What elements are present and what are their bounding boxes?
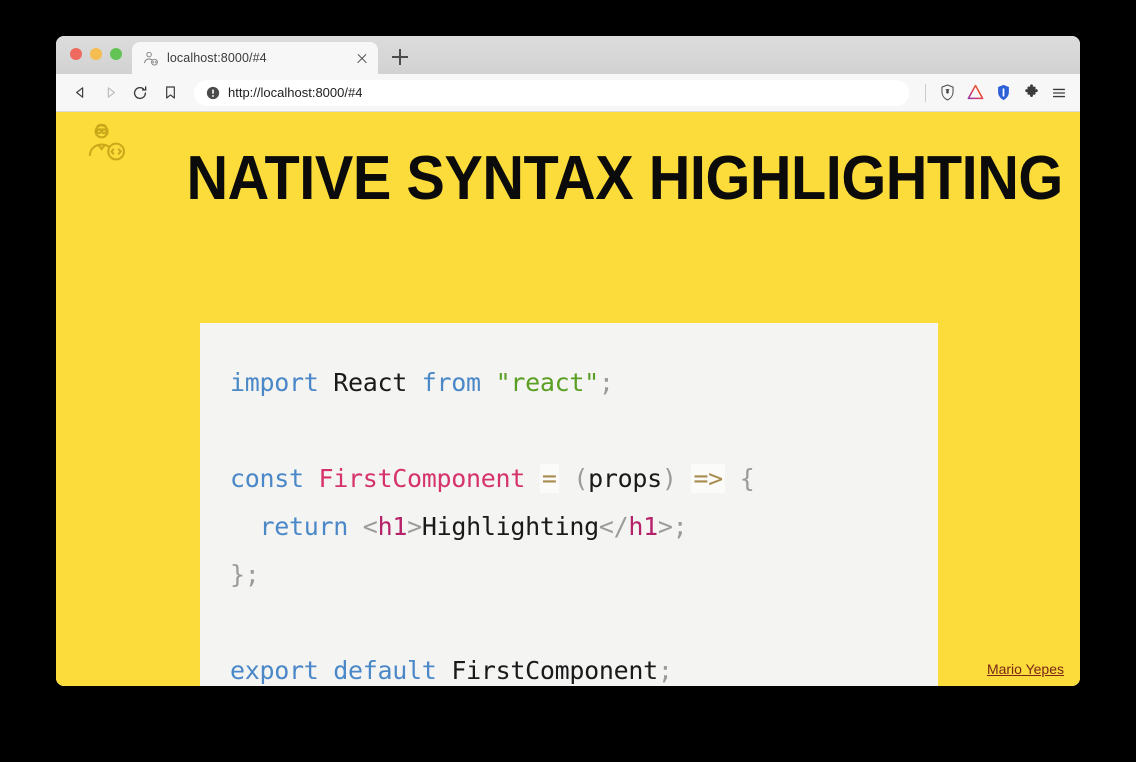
not-secure-info-icon[interactable] (206, 86, 220, 100)
page-content: NATIVE SYNTAX HIGHLIGHTING import React … (56, 112, 1080, 686)
code-token-plain: props (588, 464, 662, 493)
new-tab-button[interactable] (390, 47, 410, 67)
code-line: import React from "react"; (230, 368, 614, 397)
code-token-op: = (539, 464, 559, 493)
code-token-kw: return (259, 512, 349, 541)
browser-window: localhost:8000/#4 http://localhost:8000/… (56, 36, 1080, 686)
toolbar-divider (925, 83, 926, 102)
code-token-kw: default (333, 656, 437, 685)
developer-avatar-icon (142, 50, 159, 67)
code-token-fn: FirstComponent (318, 464, 526, 493)
back-button[interactable] (66, 79, 94, 107)
password-manager-icon[interactable] (990, 80, 1016, 106)
browser-tab[interactable]: localhost:8000/#4 (132, 42, 378, 74)
code-block: import React from "react"; const FirstCo… (230, 359, 908, 686)
code-token-punc: < (362, 512, 378, 541)
code-token-plain: FirstComponent (451, 656, 658, 685)
code-token-punc: ; (598, 368, 614, 397)
code-token-kw: const (230, 464, 304, 493)
code-token-kw: from (421, 368, 481, 397)
window-traffic-lights (70, 48, 122, 60)
code-token-punc: ; (657, 656, 673, 685)
browser-menu-icon[interactable] (1046, 80, 1072, 106)
close-icon[interactable] (354, 50, 370, 66)
code-token-punc: }; (230, 560, 260, 589)
code-line: export default FirstComponent; (230, 656, 673, 685)
code-token-tag: h1 (377, 512, 408, 541)
developer-avatar-logo (84, 120, 128, 164)
code-line: const FirstComponent = (props) => { (230, 464, 755, 493)
reload-button[interactable] (126, 79, 154, 107)
code-token-tag: h1 (628, 512, 658, 541)
code-token-kw: import (230, 368, 319, 397)
code-token-plain: Highlighting (421, 512, 599, 541)
page-title: NATIVE SYNTAX HIGHLIGHTING (186, 144, 1063, 213)
code-token-punc: { (739, 464, 755, 493)
window-close-button[interactable] (70, 48, 82, 60)
code-token-plain: React (318, 368, 422, 397)
bookmark-button[interactable] (156, 79, 184, 107)
code-token-punc: </ (598, 512, 629, 541)
code-token-punc: >; (657, 512, 688, 541)
code-token-kw: export (230, 656, 319, 685)
brave-shields-icon[interactable] (934, 80, 960, 106)
url-text: http://localhost:8000/#4 (228, 85, 363, 100)
browser-toolbar: http://localhost:8000/#4 (56, 74, 1080, 112)
code-token-punc: ) (661, 464, 677, 493)
code-token-op: => (691, 464, 725, 493)
window-minimize-button[interactable] (90, 48, 102, 60)
code-token-punc: > (407, 512, 422, 541)
code-line: return <h1>Highlighting</h1>; (230, 512, 688, 541)
code-token-string: "react" (495, 368, 600, 397)
code-token-punc: ( (573, 464, 589, 493)
author-credit-link[interactable]: Mario Yepes (987, 661, 1064, 677)
address-bar[interactable]: http://localhost:8000/#4 (194, 79, 909, 106)
forward-button[interactable] (96, 79, 124, 107)
code-panel: import React from "react"; const FirstCo… (200, 323, 938, 686)
brave-rewards-icon[interactable] (962, 80, 988, 106)
tab-title: localhost:8000/#4 (167, 51, 267, 65)
extensions-puzzle-icon[interactable] (1018, 80, 1044, 106)
window-maximize-button[interactable] (110, 48, 122, 60)
tab-strip: localhost:8000/#4 (56, 36, 1080, 74)
code-line: }; (230, 560, 260, 589)
